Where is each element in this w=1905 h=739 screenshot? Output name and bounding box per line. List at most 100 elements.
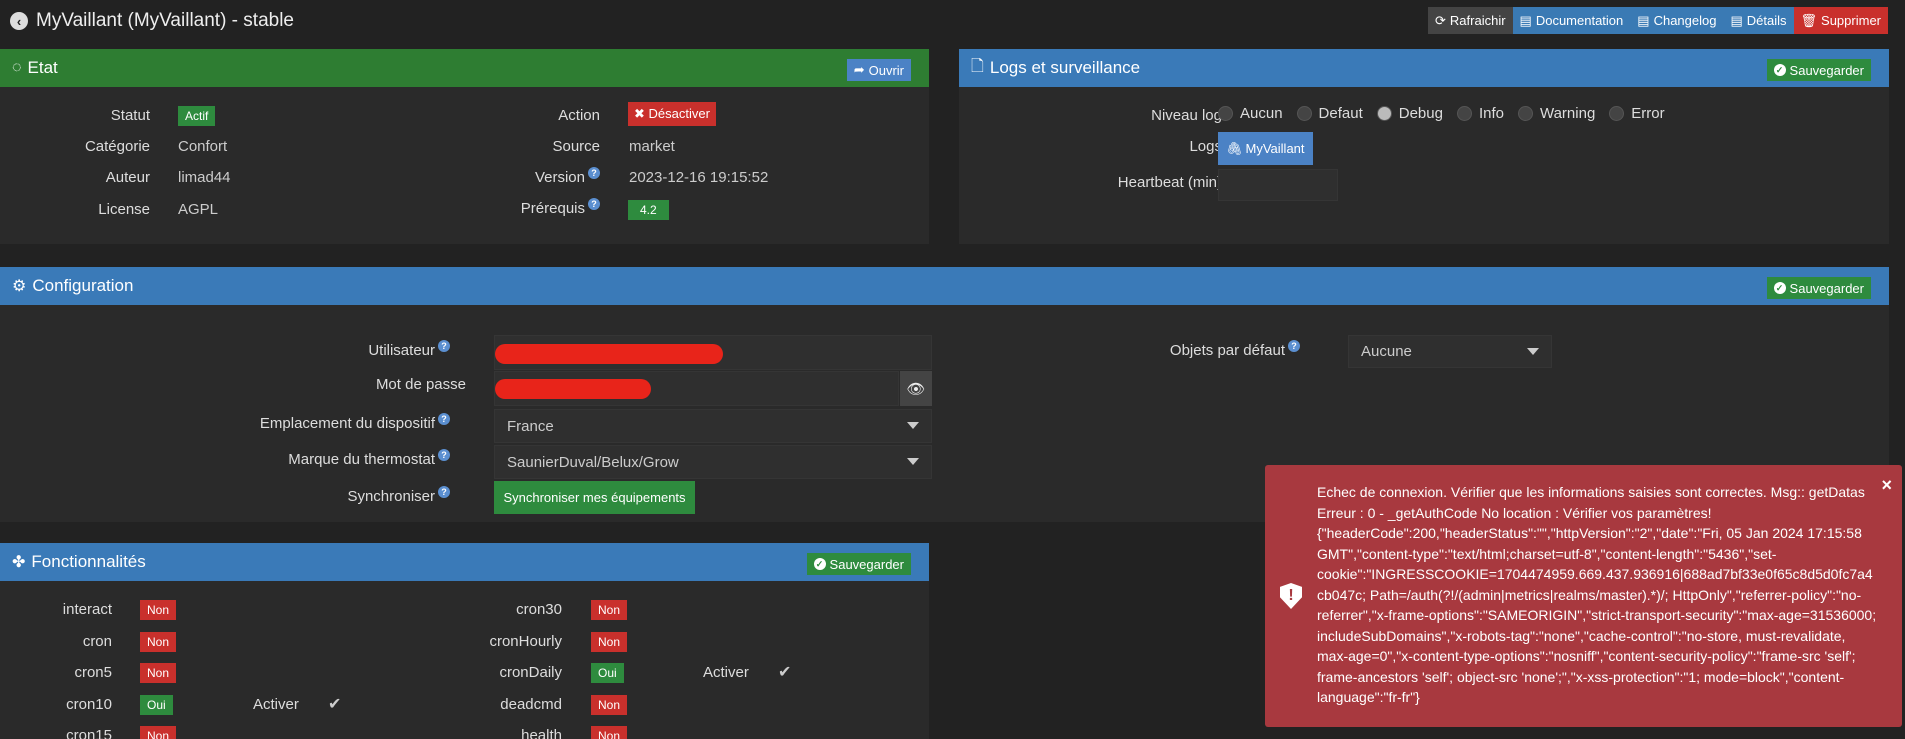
- feature-status-badge: Non: [591, 726, 628, 739]
- check-icon[interactable]: ✔: [778, 662, 791, 682]
- check-circle-icon: ✓: [1773, 282, 1786, 294]
- feature-status-badge: Oui: [140, 695, 173, 715]
- help-icon[interactable]: ?: [1288, 340, 1300, 352]
- utilisateur-input[interactable]: [494, 335, 932, 370]
- help-icon[interactable]: ?: [438, 449, 450, 461]
- help-icon[interactable]: ?: [438, 486, 450, 498]
- version-value: 2023-12-16 19:15:52: [629, 169, 769, 186]
- check-icon[interactable]: ✔: [328, 694, 341, 714]
- paperclip-icon: 🖇: [1226, 140, 1243, 156]
- feature-status-badge: Non: [140, 600, 177, 620]
- motdepasse-label: Mot de passe: [375, 376, 466, 393]
- heartbeat-label: Heartbeat (min): [1117, 174, 1222, 191]
- radio-dot[interactable]: [1609, 106, 1625, 121]
- synchroniser-button[interactable]: Synchroniser mes équipements: [494, 481, 695, 514]
- feature-status-badge: Non: [140, 663, 177, 683]
- feature-status-badge: Non: [591, 695, 628, 715]
- refresh-button[interactable]: ⟳ Rafraichir: [1428, 7, 1513, 34]
- radio-aucun[interactable]: Aucun: [1218, 105, 1283, 122]
- heartbeat-input[interactable]: [1218, 169, 1338, 201]
- times-icon: ✖: [634, 106, 649, 121]
- logs-myvaillant-button[interactable]: 🖇 MyVaillant: [1218, 132, 1313, 165]
- emplacement-select[interactable]: France: [494, 409, 932, 443]
- feature-status-badge: Non: [140, 726, 177, 739]
- feature-name: cron15: [66, 727, 112, 739]
- config-save-button[interactable]: ✓ Sauvegarder: [1766, 277, 1871, 299]
- radio-info[interactable]: Info: [1456, 105, 1504, 122]
- desactiver-button[interactable]: ✖ Désactiver: [628, 102, 716, 126]
- radio-warning[interactable]: Warning: [1517, 105, 1595, 122]
- radio-error[interactable]: Error: [1609, 105, 1665, 122]
- file-icon: 🗋: [971, 57, 984, 75]
- feature-status-badge: Non: [591, 632, 628, 652]
- motdepasse-input[interactable]: [494, 371, 899, 406]
- plugin-title: MyVaillant (MyVaillant) - stable: [36, 10, 294, 31]
- log-level-radio-group: Aucun Defaut Debug Info Warning Error: [1218, 105, 1679, 122]
- feature-status-badge: Oui: [591, 663, 624, 683]
- prerequis-label: Prérequis?: [450, 198, 600, 217]
- check-circle-icon: ✓: [1773, 64, 1786, 76]
- logs-title: Logs et surveillance: [989, 58, 1141, 77]
- version-label: Version?: [450, 167, 600, 186]
- help-icon[interactable]: ?: [438, 413, 450, 425]
- book-icon: ▤: [1519, 12, 1532, 28]
- categorie-label: Catégorie: [84, 138, 150, 155]
- alert-message: Echec de connexion. Vérifier que les inf…: [1317, 484, 1877, 705]
- radio-debug[interactable]: Debug: [1376, 105, 1443, 122]
- documentation-button[interactable]: ▤ Documentation: [1512, 7, 1631, 34]
- radio-defaut[interactable]: Defaut: [1296, 105, 1363, 122]
- details-button[interactable]: ▤ Détails: [1723, 7, 1794, 34]
- back-arrow-icon[interactable]: ‹: [10, 12, 28, 30]
- feature-status-badge: Non: [140, 632, 177, 652]
- delete-button[interactable]: 🗑 Supprimer: [1793, 7, 1888, 34]
- fonctionnalites-header: ✤ Fonctionnalités ✓ Sauvegarder: [0, 543, 929, 581]
- chevron-down-icon: [907, 422, 919, 429]
- etat-header: ◌ Etat ➦ Ouvrir: [0, 49, 929, 87]
- feature-status-badge: Non: [591, 600, 628, 620]
- help-icon[interactable]: ?: [588, 167, 600, 179]
- radio-dot[interactable]: [1296, 106, 1312, 121]
- radio-dot[interactable]: [1456, 106, 1472, 121]
- page-title: ‹ MyVaillant (MyVaillant) - stable: [10, 10, 294, 32]
- auteur-value: limad44: [178, 169, 231, 186]
- synchroniser-label: Synchroniser?: [150, 486, 450, 505]
- auteur-label: Auteur: [105, 169, 150, 186]
- radio-dot[interactable]: [1218, 106, 1233, 121]
- help-icon[interactable]: ?: [588, 198, 600, 210]
- objets-label: Objets par défaut?: [1100, 340, 1300, 359]
- chevron-down-icon: [1527, 348, 1539, 355]
- radio-dot-selected[interactable]: [1376, 106, 1392, 121]
- etat-title: Etat: [27, 58, 58, 77]
- circle-notch-icon: ◌: [12, 59, 22, 76]
- emplacement-label: Emplacement du dispositif?: [150, 413, 450, 432]
- source-label: Source: [552, 138, 600, 155]
- radio-dot[interactable]: [1517, 106, 1533, 121]
- fonct-save-button[interactable]: ✓ Sauvegarder: [806, 553, 911, 575]
- feature-name: health: [521, 727, 562, 739]
- shield-exclamation-icon: !: [1280, 583, 1302, 609]
- feature-name: cron30: [516, 601, 562, 618]
- help-icon[interactable]: ?: [438, 340, 450, 352]
- header-toolbar: ⟳ Rafraichir ▤ Documentation ▤ Changelog ▤ D…: [1428, 7, 1888, 34]
- feature-name: cron: [82, 633, 112, 650]
- feature-name: cronHourly: [489, 633, 562, 650]
- open-button[interactable]: ➦ Ouvrir: [846, 59, 911, 81]
- changelog-button[interactable]: ▤ Changelog: [1630, 7, 1724, 34]
- show-password-eye-icon[interactable]: 👁: [900, 371, 932, 406]
- redaction-mark: [495, 344, 723, 364]
- chevron-down-icon: [907, 458, 919, 465]
- objets-select[interactable]: Aucune: [1348, 335, 1552, 368]
- trash-icon: 🗑: [1800, 12, 1818, 28]
- logs-save-button[interactable]: ✓ Sauvegarder: [1766, 59, 1871, 81]
- configuration-header: ⚙ Configuration ✓ Sauvegarder: [0, 267, 1889, 305]
- book-icon: ▤: [1637, 12, 1650, 28]
- source-value: market: [629, 138, 675, 155]
- activer-label: Activer: [253, 696, 299, 713]
- close-icon[interactable]: ×: [1881, 475, 1892, 496]
- statut-label: Statut: [110, 107, 150, 124]
- check-circle-icon: ✓: [813, 558, 826, 570]
- book-icon: ▤: [1730, 12, 1743, 28]
- marque-select[interactable]: SaunierDuval/Belux/Grow: [494, 445, 932, 479]
- action-label: Action: [558, 107, 600, 124]
- utilisateur-label: Utilisateur?: [150, 340, 450, 359]
